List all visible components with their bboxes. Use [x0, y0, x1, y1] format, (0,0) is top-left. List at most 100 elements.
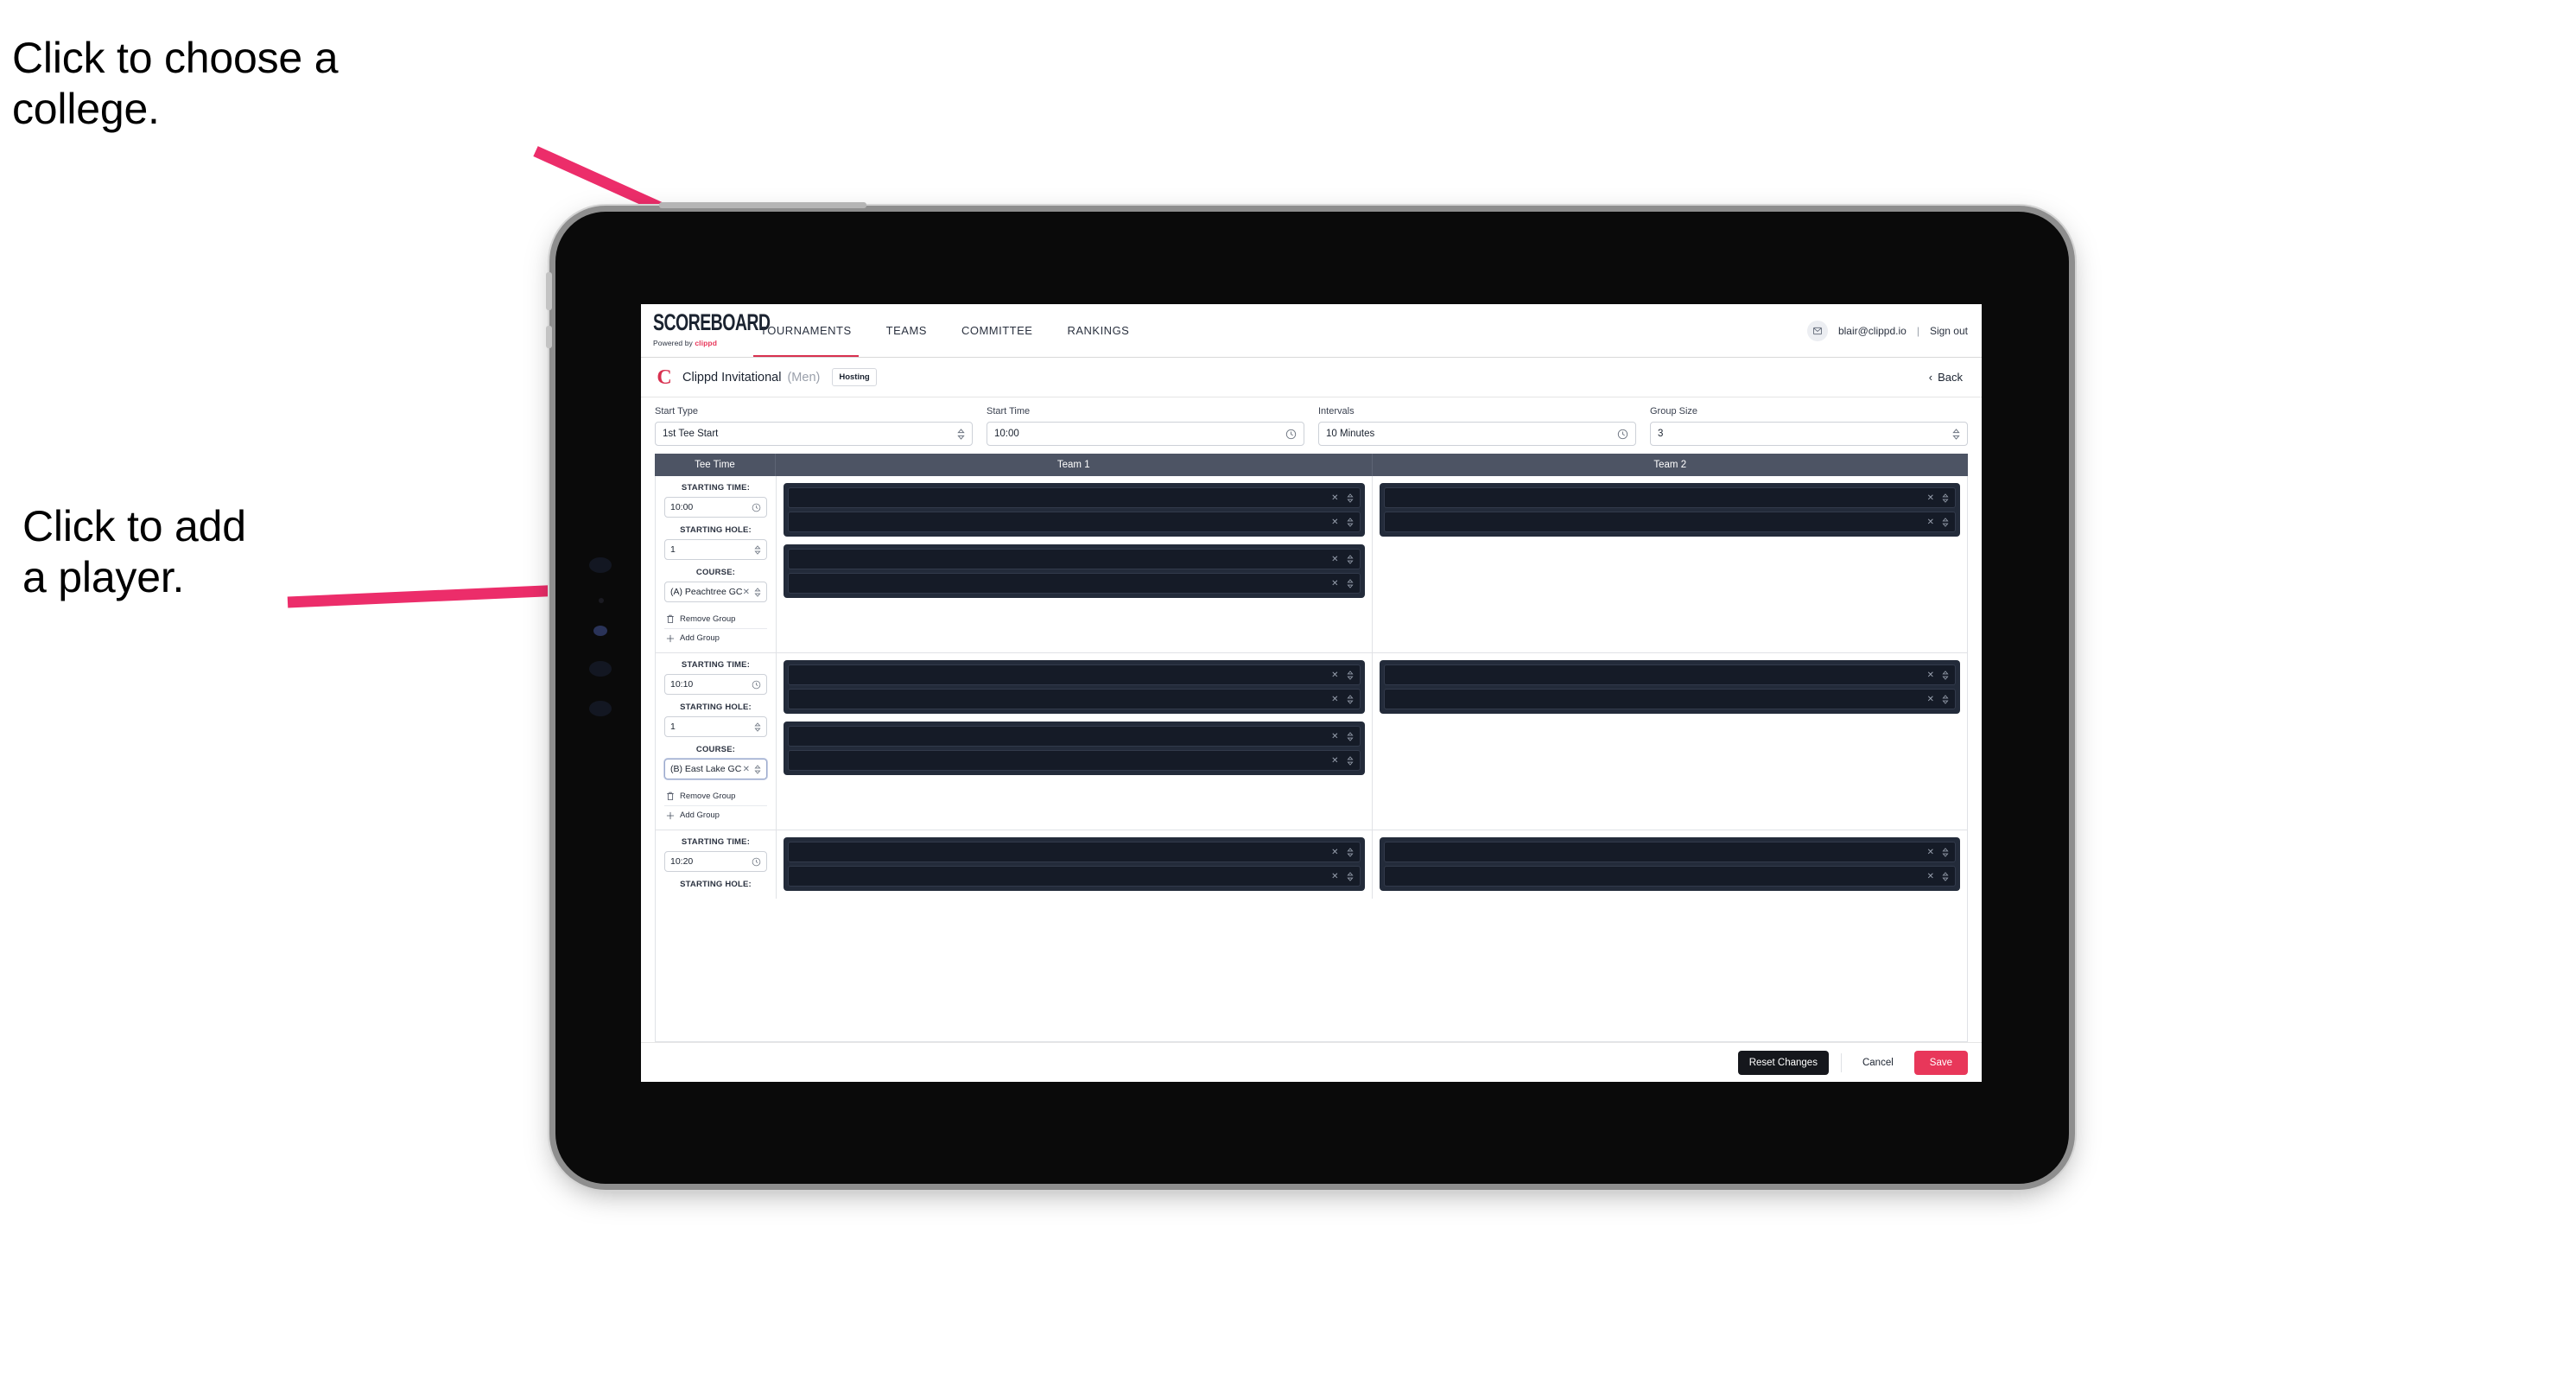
clear-icon[interactable]: ✕	[1927, 493, 1934, 503]
stepper-icon[interactable]	[754, 722, 761, 732]
reset-changes-button[interactable]: Reset Changes	[1737, 1050, 1829, 1075]
clear-icon[interactable]: ✕	[1927, 848, 1934, 857]
clear-icon[interactable]: ✕	[1331, 671, 1338, 680]
course-select[interactable]: (B) East Lake GC ✕	[664, 759, 767, 779]
team-1-cell: ✕ ✕	[777, 476, 1373, 652]
stepper-icon[interactable]	[1942, 694, 1949, 704]
remove-group-button[interactable]: Remove Group	[664, 787, 767, 806]
player-select[interactable]: ✕	[1383, 842, 1956, 862]
clock-icon[interactable]	[752, 680, 761, 690]
stepper-icon[interactable]	[754, 587, 761, 597]
table-row: STARTING TIME: 10:10 STARTING HOLE: 1 CO…	[656, 653, 1967, 830]
clear-icon[interactable]: ✕	[1331, 493, 1338, 503]
starting-hole-select[interactable]: 1	[664, 539, 767, 560]
clear-icon[interactable]: ✕	[1927, 872, 1934, 881]
group-size-select[interactable]: 3	[1650, 422, 1968, 446]
player-select[interactable]: ✕	[1383, 664, 1956, 685]
stepper-icon[interactable]	[754, 544, 761, 555]
stepper-icon[interactable]	[1942, 847, 1949, 857]
intervals-input[interactable]: 10 Minutes	[1318, 422, 1636, 446]
stepper-icon[interactable]	[1346, 578, 1354, 588]
nav-tab-teams[interactable]: TEAMS	[869, 304, 944, 357]
starting-time-input[interactable]: 10:00	[664, 497, 767, 518]
table-header-row: Tee Time Team 1 Team 2	[655, 454, 1968, 476]
stepper-icon[interactable]	[957, 428, 965, 440]
stepper-icon[interactable]	[1346, 670, 1354, 680]
player-select[interactable]: ✕	[788, 573, 1361, 594]
brand-logo[interactable]: SCOREBOARD Powered by clippd	[641, 304, 771, 357]
clear-icon[interactable]: ✕	[1331, 756, 1338, 766]
player-select[interactable]: ✕	[788, 664, 1361, 685]
start-time-input[interactable]: 10:00	[987, 422, 1304, 446]
player-group-panel: ✕ ✕	[784, 483, 1365, 537]
player-group-panel: ✕ ✕	[784, 837, 1365, 891]
clear-icon[interactable]: ✕	[743, 765, 750, 774]
stepper-icon[interactable]	[1952, 428, 1960, 440]
clock-icon[interactable]	[1617, 429, 1628, 440]
stepper-icon[interactable]	[1346, 755, 1354, 766]
player-select[interactable]: ✕	[788, 487, 1361, 508]
player-select[interactable]: ✕	[788, 866, 1361, 887]
stepper-icon[interactable]	[1346, 694, 1354, 704]
status-badge: Hosting	[832, 368, 877, 386]
plus-icon	[666, 811, 675, 819]
clock-icon[interactable]	[752, 857, 761, 867]
course-select[interactable]: (A) Peachtree GC ✕	[664, 582, 767, 602]
player-select[interactable]: ✕	[1383, 512, 1956, 532]
avatar[interactable]	[1806, 320, 1828, 341]
player-select[interactable]: ✕	[788, 549, 1361, 569]
starting-time-value: 10:10	[670, 679, 694, 690]
stepper-icon[interactable]	[754, 764, 761, 774]
clear-icon[interactable]: ✕	[1331, 518, 1338, 527]
clear-icon[interactable]: ✕	[743, 588, 750, 597]
stepper-icon[interactable]	[1346, 493, 1354, 503]
clear-icon[interactable]: ✕	[1927, 518, 1934, 527]
course-value: (B) East Lake GC	[670, 764, 742, 774]
player-select[interactable]: ✕	[788, 689, 1361, 709]
player-select[interactable]: ✕	[1383, 487, 1956, 508]
clear-icon[interactable]: ✕	[1331, 732, 1338, 741]
sign-out-link[interactable]: Sign out	[1930, 325, 1968, 337]
stepper-icon[interactable]	[1942, 517, 1949, 527]
player-select[interactable]: ✕	[1383, 866, 1956, 887]
clear-icon[interactable]: ✕	[1331, 872, 1338, 881]
remove-group-button[interactable]: Remove Group	[664, 610, 767, 629]
starting-time-input[interactable]: 10:20	[664, 851, 767, 872]
stepper-icon[interactable]	[1942, 871, 1949, 881]
field-group-size: Group Size 3	[1650, 406, 1968, 446]
stepper-icon[interactable]	[1942, 670, 1949, 680]
player-select[interactable]: ✕	[788, 842, 1361, 862]
clear-icon[interactable]: ✕	[1331, 555, 1338, 564]
add-group-button[interactable]: Add Group	[664, 629, 767, 647]
tournament-logo-icon: C	[657, 366, 672, 389]
nav-tab-rankings[interactable]: RANKINGS	[1050, 304, 1146, 357]
stepper-icon[interactable]	[1346, 554, 1354, 564]
player-select[interactable]: ✕	[1383, 689, 1956, 709]
cancel-button[interactable]: Cancel	[1854, 1051, 1902, 1075]
player-select[interactable]: ✕	[788, 750, 1361, 771]
nav-tab-tournaments[interactable]: TOURNAMENTS	[743, 304, 869, 357]
back-button[interactable]: ‹ Back	[1929, 371, 1968, 384]
stepper-icon[interactable]	[1346, 871, 1354, 881]
stepper-icon[interactable]	[1346, 517, 1354, 527]
player-select[interactable]: ✕	[788, 512, 1361, 532]
stepper-icon[interactable]	[1346, 731, 1354, 741]
clock-icon[interactable]	[1285, 429, 1297, 440]
clear-icon[interactable]: ✕	[1331, 579, 1338, 588]
stepper-icon[interactable]	[1346, 847, 1354, 857]
nav-tab-committee[interactable]: COMMITTEE	[944, 304, 1050, 357]
clear-icon[interactable]: ✕	[1927, 671, 1934, 680]
starting-hole-select[interactable]: 1	[664, 716, 767, 737]
add-group-button[interactable]: Add Group	[664, 806, 767, 824]
save-button[interactable]: Save	[1913, 1050, 1968, 1075]
player-select[interactable]: ✕	[788, 726, 1361, 747]
clock-icon[interactable]	[752, 503, 761, 512]
clear-icon[interactable]: ✕	[1331, 848, 1338, 857]
stepper-icon[interactable]	[1942, 493, 1949, 503]
clear-icon[interactable]: ✕	[1331, 695, 1338, 704]
clear-icon[interactable]: ✕	[1927, 695, 1934, 704]
table-body: STARTING TIME: 10:00 STARTING HOLE: 1 CO…	[655, 476, 1968, 1042]
starting-hole-label: STARTING HOLE:	[680, 525, 752, 535]
starting-time-input[interactable]: 10:10	[664, 674, 767, 695]
start-type-select[interactable]: 1st Tee Start	[655, 422, 973, 446]
